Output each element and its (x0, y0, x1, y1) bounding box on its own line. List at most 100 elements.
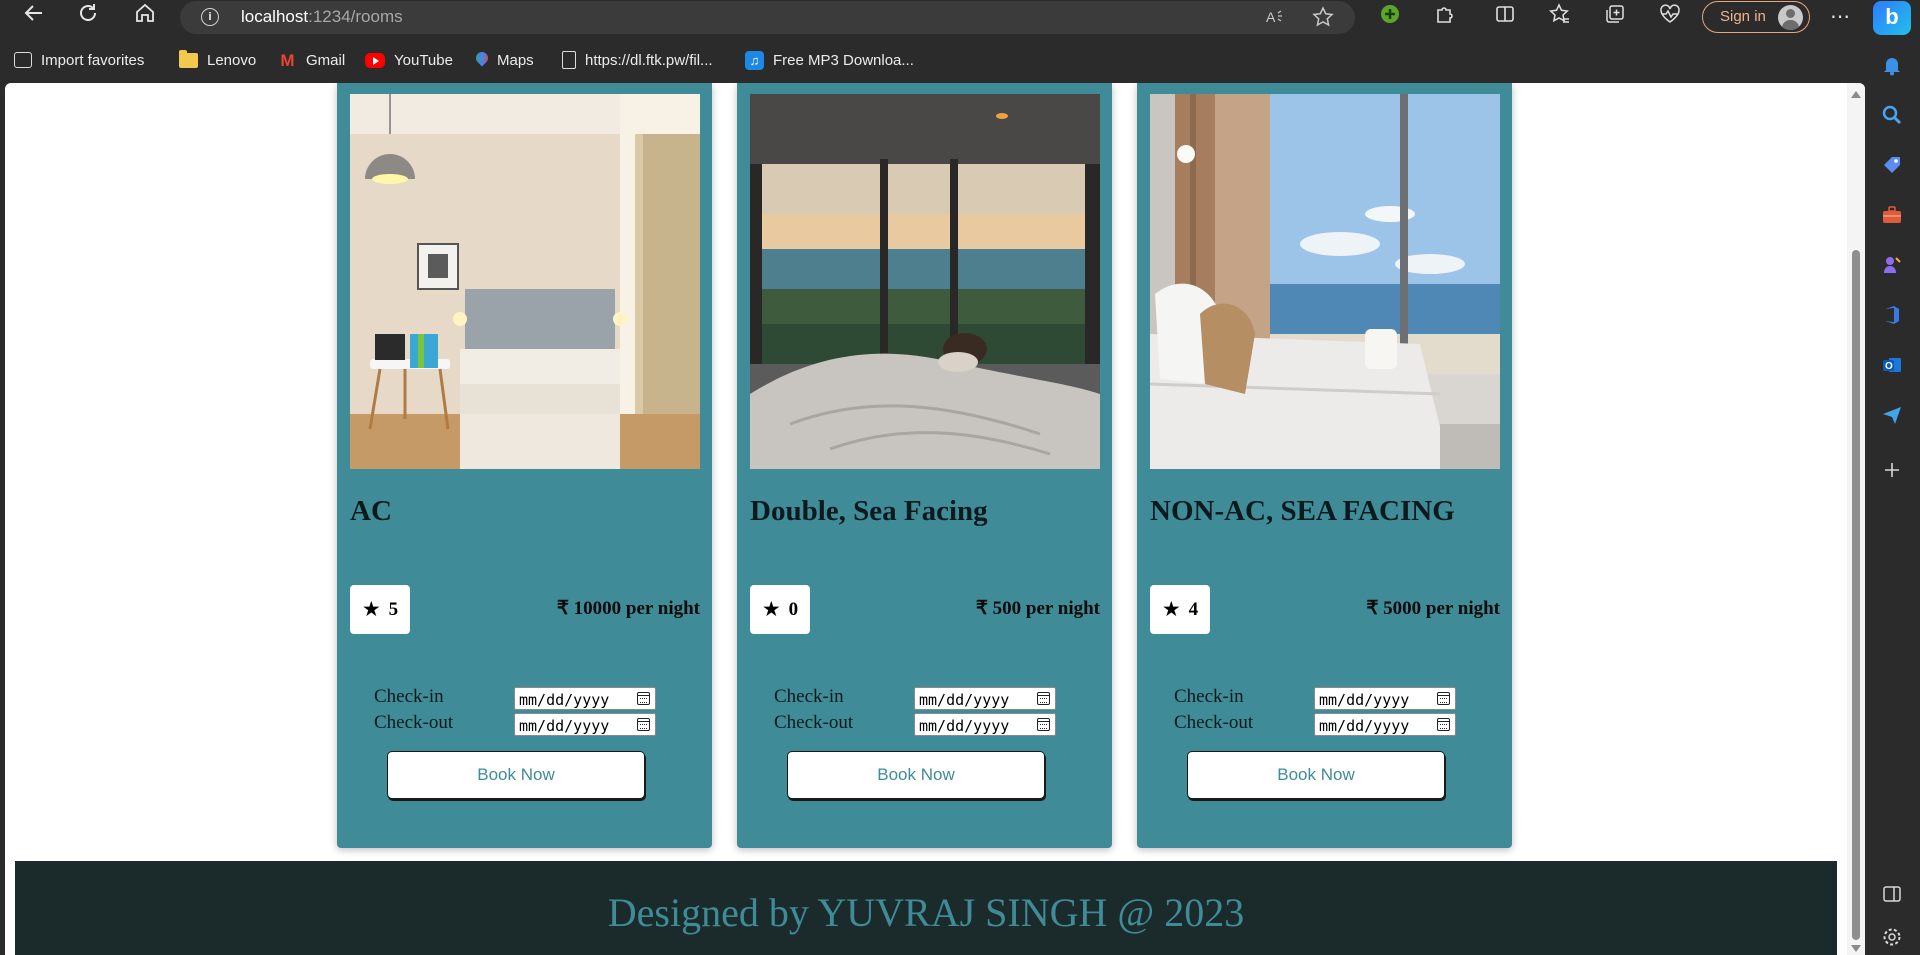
calendar-icon[interactable] (637, 718, 650, 731)
youtube-icon (365, 52, 385, 68)
favorite-youtube[interactable]: YouTube (365, 49, 453, 71)
favorite-label: Gmail (306, 51, 346, 69)
office-icon[interactable] (1878, 304, 1906, 332)
tag-icon[interactable] (1878, 154, 1906, 182)
checkout-date-input[interactable]: mm/dd/yyyy (1314, 713, 1456, 736)
favorite-import-favorites[interactable]: Import favorites (14, 49, 144, 71)
toolbox-icon[interactable] (1878, 204, 1906, 232)
address-url[interactable]: localhost:1234/rooms (241, 7, 403, 27)
room-price: ₹ 5000 per night (1366, 598, 1500, 619)
checkin-date-input[interactable]: mm/dd/yyyy (914, 687, 1056, 710)
checkout-date-input[interactable]: mm/dd/yyyy (514, 713, 656, 736)
date-placeholder: mm/dd/yyyy (1319, 691, 1410, 709)
browser-toolbar: i localhost:1234/rooms A Sign in ⋯ b (0, 0, 1920, 35)
calendar-icon[interactable] (637, 692, 650, 705)
home-icon[interactable] (130, 2, 160, 32)
hotel-room-sea-view-photo (750, 94, 1100, 469)
more-options-icon[interactable]: ⋯ (1825, 2, 1855, 32)
search-icon[interactable] (1878, 104, 1906, 132)
svg-text:A: A (1266, 9, 1276, 25)
extensions-puzzle-icon[interactable] (1431, 3, 1459, 31)
maps-icon (476, 52, 488, 69)
date-placeholder: mm/dd/yyyy (519, 691, 610, 709)
rating-badge: ★ 5 (350, 585, 410, 634)
favorites-icon[interactable] (1546, 3, 1574, 31)
outlook-icon[interactable]: O (1878, 354, 1906, 382)
date-placeholder: mm/dd/yyyy (519, 717, 610, 735)
edge-sidebar: O (1865, 36, 1920, 955)
bell-icon[interactable] (1878, 54, 1906, 82)
favorite-gmail[interactable]: M Gmail (278, 49, 345, 71)
checkin-label: Check-in (1174, 686, 1244, 707)
favorite-label: YouTube (394, 51, 453, 69)
checkin-date-input[interactable]: mm/dd/yyyy (514, 687, 656, 710)
sign-in-label: Sign in (1720, 8, 1766, 25)
checkout-label: Check-out (374, 712, 454, 733)
add-icon[interactable] (1878, 459, 1906, 487)
favorite-maps[interactable]: Maps (476, 49, 534, 71)
hotel-room-ac-photo (350, 94, 700, 469)
favorite-star-icon[interactable] (1312, 6, 1334, 33)
hotel-room-beach-view-photo (1150, 94, 1500, 469)
favorite-label: https://dl.ftk.pw/fil... (585, 51, 713, 69)
book-now-button[interactable]: Book Now (387, 751, 645, 799)
gmail-icon: M (280, 50, 295, 70)
rating-value: 0 (788, 598, 799, 620)
split-screen-icon[interactable] (1491, 3, 1519, 31)
collections-icon[interactable] (1601, 3, 1629, 31)
rating-badge: ★ 4 (1150, 585, 1210, 634)
scroll-down-arrow-icon[interactable] (1851, 945, 1861, 952)
calendar-icon[interactable] (1437, 718, 1450, 731)
page-icon (562, 51, 576, 69)
calendar-icon[interactable] (1037, 692, 1050, 705)
date-placeholder: mm/dd/yyyy (919, 717, 1010, 735)
star-icon: ★ (761, 597, 781, 621)
browser-essentials-icon[interactable] (1656, 3, 1684, 31)
avatar-icon (1778, 5, 1803, 30)
rating-badge: ★ 0 (750, 585, 810, 634)
favorite-lenovo[interactable]: Lenovo (179, 49, 256, 71)
games-icon[interactable] (1878, 254, 1906, 282)
copilot-icon[interactable]: b (1873, 1, 1911, 35)
refresh-icon[interactable] (73, 2, 103, 32)
scroll-up-arrow-icon[interactable] (1851, 91, 1861, 98)
room-price: ₹ 10000 per night (556, 598, 700, 619)
calendar-icon[interactable] (1437, 692, 1450, 705)
music-icon: ♫ (745, 50, 764, 70)
book-now-button[interactable]: Book Now (787, 751, 1045, 799)
room-title: NON-AC, SEA FACING (1150, 495, 1455, 527)
favorite-free-mp3[interactable]: ♫ Free MP3 Downloa... (745, 49, 914, 71)
favorite-label: Maps (497, 51, 534, 69)
favorite-label: Lenovo (207, 51, 257, 69)
favorite-dl-ftk[interactable]: https://dl.ftk.pw/fil... (562, 49, 713, 71)
page-scrollbar[interactable] (1847, 83, 1865, 955)
book-now-button[interactable]: Book Now (1187, 751, 1445, 799)
room-title: Double, Sea Facing (750, 495, 988, 527)
checkout-date-input[interactable]: mm/dd/yyyy (914, 713, 1056, 736)
favorite-label: Free MP3 Downloa... (773, 51, 914, 69)
date-placeholder: mm/dd/yyyy (919, 691, 1010, 709)
settings-icon[interactable] (1878, 926, 1906, 954)
room-title: AC (350, 495, 392, 527)
scrollbar-thumb[interactable] (1852, 250, 1860, 940)
back-arrow-icon[interactable] (19, 2, 49, 32)
svg-text:O: O (1885, 361, 1893, 372)
site-info-icon[interactable]: i (201, 8, 219, 26)
page-footer: Designed by YUVRAJ SINGH @ 2023 (15, 861, 1837, 955)
read-aloud-icon[interactable]: A (1265, 6, 1287, 33)
checkout-label: Check-out (1174, 712, 1254, 733)
calendar-icon[interactable] (1037, 718, 1050, 731)
extension-green-icon[interactable] (1376, 3, 1404, 31)
favorite-label: Import favorites (41, 51, 145, 69)
star-icon: ★ (1161, 597, 1181, 621)
star-icon: ★ (361, 597, 381, 621)
room-card: Double, Sea Facing ★ 0 ₹ 500 per night C… (737, 83, 1112, 848)
page-viewport: AC ★ 5 ₹ 10000 per night Check-in mm/dd/… (5, 83, 1865, 955)
send-icon[interactable] (1878, 404, 1906, 432)
address-bar[interactable]: i localhost:1234/rooms A (180, 1, 1355, 34)
checkin-date-input[interactable]: mm/dd/yyyy (1314, 687, 1456, 710)
import-icon (14, 52, 32, 68)
sign-in-button[interactable]: Sign in (1702, 1, 1810, 33)
checkin-label: Check-in (374, 686, 444, 707)
split-screen-icon[interactable] (1878, 883, 1906, 911)
